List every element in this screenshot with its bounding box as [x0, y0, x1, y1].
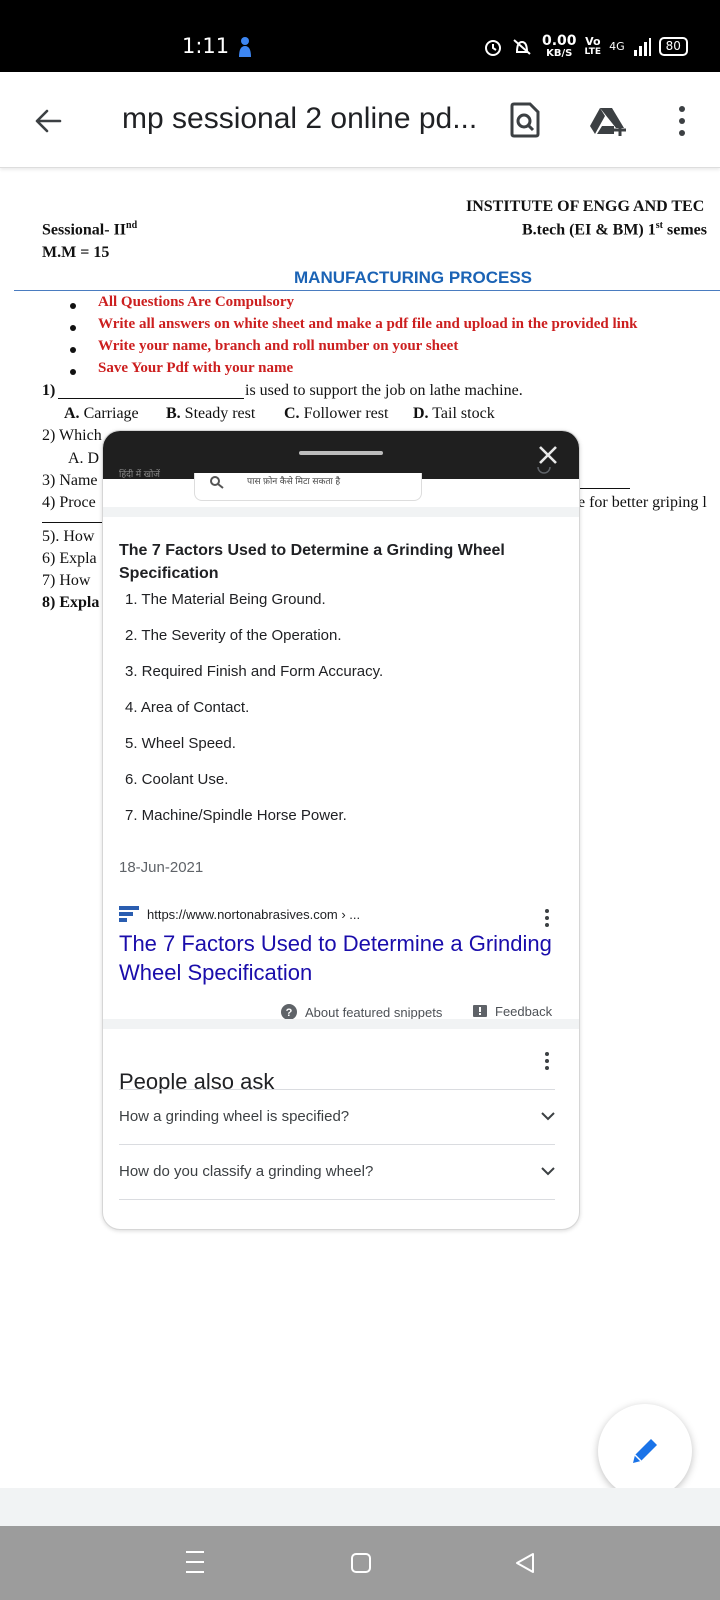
svg-text:?: ?: [286, 1007, 293, 1019]
list-item: 3. Required Finish and Form Accuracy.: [125, 663, 384, 680]
signal-icon: [633, 37, 651, 56]
status-bar: 1:11 0.00 KB/S Vo LTE 4G 80: [0, 0, 720, 72]
instruction: Save Your Pdf with your name: [98, 360, 294, 376]
question-6: 6) Expla: [42, 550, 97, 567]
result-link[interactable]: The 7 Factors Used to Determine a Grindi…: [119, 929, 569, 987]
question-number: 1): [42, 382, 56, 399]
paa-menu-icon[interactable]: [545, 1052, 549, 1073]
back-icon[interactable]: [514, 1552, 536, 1574]
max-marks: M.M = 15: [42, 244, 110, 261]
more-vert-icon[interactable]: [679, 106, 685, 139]
list-item: 6. Coolant Use.: [125, 771, 229, 788]
close-icon[interactable]: [537, 444, 559, 466]
person-icon: [239, 37, 251, 57]
question-text: is used to support the job on lathe mach…: [245, 382, 523, 399]
edit-button[interactable]: [598, 1404, 692, 1498]
question-8: 8) Expla: [42, 594, 100, 611]
hindi-search-link[interactable]: हिंदी में खोजें: [119, 467, 160, 480]
institute-name: INSTITUTE OF ENGG AND TEC: [466, 198, 705, 215]
list-item: 5. Wheel Speed.: [125, 735, 236, 752]
search-hint: पास फ़ोन कैसे मिटा सकता है: [247, 476, 341, 486]
source-row[interactable]: https://www.nortonabrasives.com › ...: [119, 906, 360, 922]
result-menu-icon[interactable]: [545, 909, 549, 930]
clock: 1:11: [182, 34, 230, 58]
chevron-down-icon: [541, 1167, 555, 1176]
add-to-drive-icon[interactable]: [588, 106, 628, 138]
bottom-strip: [0, 1488, 720, 1526]
blank-line: [580, 488, 630, 489]
snippet-title: The 7 Factors Used to Determine a Grindi…: [119, 542, 505, 582]
recent-apps-icon[interactable]: [184, 1550, 206, 1574]
bullet: [70, 347, 76, 353]
document-title: mp sessional 2 online pd...: [122, 102, 478, 135]
chevron-down-icon: [541, 1112, 555, 1121]
course-line: B.tech (EI & BM) 1st semes: [522, 220, 707, 239]
instruction: Write all answers on white sheet and mak…: [98, 316, 638, 332]
option-c: C. Follower rest: [284, 405, 389, 422]
mute-vibrate-icon: [513, 38, 531, 55]
alarm-icon: [485, 39, 501, 56]
question-5: 5). How: [42, 528, 95, 545]
sessional-label: Sessional- IInd: [42, 220, 138, 239]
about-snippets[interactable]: ? About featured snippets: [281, 1004, 442, 1020]
divider: [119, 1199, 555, 1200]
instruction: All Questions Are Compulsory: [98, 294, 294, 310]
search-suggestion-box[interactable]: पास फ़ोन कैसे मिटा सकता है: [194, 473, 422, 501]
list-item: 1. The Material Being Ground.: [125, 591, 326, 608]
question-7: 7) How: [42, 572, 91, 589]
blank-line: [42, 522, 102, 523]
option-a: A. Carriage: [64, 405, 139, 422]
question-4: 4) Proce: [42, 494, 96, 511]
site-favicon-icon: [119, 906, 139, 922]
find-in-page-icon[interactable]: [510, 102, 540, 138]
divider: [14, 290, 720, 291]
related-question[interactable]: How do you classify a grinding wheel?: [119, 1144, 555, 1199]
info-icon[interactable]: [537, 467, 551, 477]
feedback-icon: [473, 1004, 487, 1017]
back-arrow-icon[interactable]: [34, 108, 62, 134]
list-item: 2. The Severity of the Operation.: [125, 627, 342, 644]
bullet: [70, 369, 76, 375]
question-3: 3) Name: [42, 472, 98, 489]
help-icon: ?: [281, 1004, 297, 1020]
net-speed: 0.00 KB/S: [542, 33, 577, 59]
app-bar: mp sessional 2 online pd...: [0, 72, 720, 168]
list-item: 4. Area of Contact.: [125, 699, 250, 716]
list-item: 7. Machine/Spindle Horse Power.: [125, 807, 347, 824]
section-separator: [103, 507, 579, 517]
navigation-bar: [0, 1526, 720, 1600]
source-url[interactable]: https://www.nortonabrasives.com › ...: [147, 907, 360, 922]
volte-indicator: Vo LTE: [584, 34, 602, 57]
snippet-date: 18-Jun-2021: [119, 859, 204, 876]
instruction: Write your name, branch and roll number …: [98, 338, 459, 354]
question-2: 2) Which: [42, 427, 102, 444]
bullet: [70, 303, 76, 309]
pencil-icon: [633, 1439, 657, 1463]
subject-title: MANUFACTURING PROCESS: [294, 268, 533, 287]
question-2-option: A. D: [68, 450, 100, 467]
search-icon: [210, 476, 224, 489]
option-d: D. Tail stock: [413, 405, 495, 422]
feedback-link[interactable]: Feedback: [473, 1004, 552, 1019]
popup-header[interactable]: [103, 431, 579, 479]
search-popup[interactable]: हिंदी में खोजें पास फ़ोन कैसे मिटा सकता …: [102, 430, 580, 1230]
battery-icon: 80: [658, 37, 688, 56]
home-icon[interactable]: [350, 1552, 372, 1574]
blank-line: [58, 398, 244, 399]
section-separator: [103, 1019, 579, 1029]
related-question[interactable]: How a grinding wheel is specified?: [119, 1089, 555, 1144]
status-icons: 0.00 KB/S Vo LTE 4G 80: [484, 34, 688, 59]
question-4-tail: e for better griping l: [578, 494, 707, 511]
option-b: B. Steady rest: [166, 405, 256, 422]
bullet: [70, 325, 76, 331]
network-type: 4G: [609, 40, 625, 53]
drag-handle[interactable]: [299, 451, 383, 455]
